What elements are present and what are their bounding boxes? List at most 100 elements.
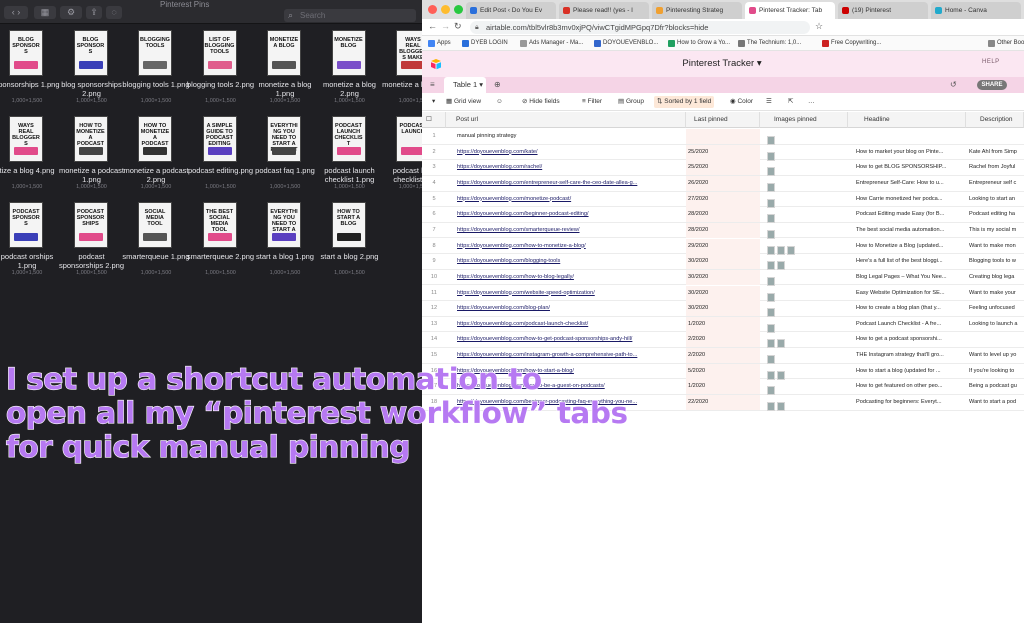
- group-button[interactable]: ▤ Group: [618, 96, 644, 108]
- cell-post-url[interactable]: https://doyouevenblog.com/entrepreneur-s…: [457, 176, 683, 191]
- table-row[interactable]: 12 https://doyouevenblog.com/blog-plan/30…: [422, 301, 1024, 318]
- cell-last-pinned[interactable]: 30/2020: [686, 285, 760, 301]
- browser-tab[interactable]: Please read!! (yes - I: [559, 2, 649, 19]
- cell-post-url[interactable]: https://doyouevenblog.com/rachel/: [457, 160, 683, 175]
- cell-headline[interactable]: How to get a podcast sponsorshi...: [856, 332, 964, 347]
- cell-headline[interactable]: THE Instagram strategy that'll gro...: [856, 348, 964, 363]
- cell-post-url[interactable]: https://doyouevenblog.com/smarterqueue-r…: [457, 223, 683, 238]
- browser-tab[interactable]: Pinterest Tracker: Tab: [745, 2, 835, 19]
- cell-description[interactable]: If you're looking to: [969, 364, 1024, 379]
- file-item[interactable]: BLOG SPONSORS blog sponsorships 2.png 1,00…: [57, 30, 127, 110]
- bookmark-item[interactable]: How to Grow a Yo...: [668, 38, 730, 49]
- bookmark-item[interactable]: DOYOUEVENBLO...: [594, 38, 658, 49]
- cell-last-pinned[interactable]: 29/2020: [686, 238, 760, 254]
- cell-images-pinned[interactable]: [767, 351, 777, 365]
- cell-description[interactable]: Kate Ahl from Simp: [969, 145, 1024, 160]
- table-row[interactable]: 14 https://doyouevenblog.com/how-to-get-p…: [422, 332, 1024, 349]
- cell-images-pinned[interactable]: [767, 132, 777, 145]
- column-header-last-pinned[interactable]: Last pinned: [686, 112, 760, 128]
- cell-headline[interactable]: How to get BLOG SPONSORSHIP...: [856, 160, 964, 175]
- table-row[interactable]: 7 https://doyouevenblog.com/smarterqueue-…: [422, 222, 1024, 239]
- file-item[interactable]: WAYS REAL BLOGGERS MAKE MONEY monetize a …: [379, 30, 422, 110]
- cell-description[interactable]: Podcast editing ha: [969, 207, 1024, 222]
- cell-last-pinned[interactable]: 28/2020: [686, 222, 760, 238]
- file-item[interactable]: EVERYTHING YOU NEED TO START A BLOG start…: [250, 202, 320, 282]
- table-row[interactable]: 10 https://doyouevenblog.com/how-to-blog-…: [422, 269, 1024, 286]
- column-header-description[interactable]: Description: [966, 112, 1024, 128]
- share-view-icon[interactable]: ⇱: [788, 96, 793, 108]
- cell-last-pinned[interactable]: 1/2020: [686, 316, 760, 332]
- cell-images-pinned[interactable]: [767, 163, 777, 177]
- cell-images-pinned[interactable]: [767, 273, 777, 286]
- more-icon[interactable]: …: [808, 96, 815, 108]
- cell-headline[interactable]: [856, 129, 964, 144]
- file-item[interactable]: MONETIZE BLOG monetize a blog 2.png 1,000×…: [315, 30, 385, 110]
- table-row[interactable]: 6 https://doyouevenblog.com/beginner-podc…: [422, 207, 1024, 224]
- gear-icon[interactable]: ⚙: [60, 6, 82, 19]
- cell-images-pinned[interactable]: [767, 289, 777, 302]
- cell-images-pinned[interactable]: [767, 226, 777, 239]
- close-window-icon[interactable]: [428, 5, 437, 14]
- cell-headline[interactable]: Podcasting for beginners: Everyt...: [856, 395, 964, 410]
- reload-icon[interactable]: ↻: [454, 21, 462, 32]
- cell-images-pinned[interactable]: [767, 210, 777, 224]
- cell-images-pinned[interactable]: [767, 242, 797, 255]
- cell-headline[interactable]: How to create a blog plan (that y...: [856, 301, 964, 316]
- cell-images-pinned[interactable]: [767, 195, 777, 208]
- cell-last-pinned[interactable]: 30/2020: [686, 269, 760, 285]
- file-item[interactable]: A SIMPLE GUIDE TO PODCAST EDITING podcast…: [186, 116, 256, 196]
- cell-last-pinned[interactable]: 2/2020: [686, 332, 760, 348]
- cell-images-pinned[interactable]: [767, 320, 777, 333]
- cell-description[interactable]: This is my social m: [969, 223, 1024, 238]
- file-item[interactable]: THE BEST SOCIAL MEDIA TOOL smarterqueue 2…: [186, 202, 256, 282]
- cell-images-pinned[interactable]: [767, 382, 777, 396]
- cell-last-pinned[interactable]: [686, 129, 760, 144]
- cell-post-url[interactable]: https://doyouevenblog.com/instagram-grow…: [457, 348, 683, 363]
- cell-post-url[interactable]: https://doyouevenblog.com/monetize-podca…: [457, 192, 683, 207]
- column-header-headline[interactable]: Headline: [848, 112, 966, 128]
- cell-images-pinned[interactable]: [767, 367, 787, 380]
- filter-button[interactable]: ≡ Filter: [582, 96, 602, 108]
- views-toggle-icon[interactable]: ▾: [432, 96, 435, 108]
- browser-tab[interactable]: Home - Canva: [931, 2, 1021, 19]
- row-height-icon[interactable]: ☰: [766, 96, 772, 108]
- table-row[interactable]: 11 https://doyouevenblog.com/website-spee…: [422, 285, 1024, 302]
- cell-post-url[interactable]: https://doyouevenblog.com/blogging-tools: [457, 254, 683, 269]
- table-row[interactable]: 13 https://doyouevenblog.com/podcast-laun…: [422, 316, 1024, 333]
- forward-arrow-icon[interactable]: →: [441, 21, 450, 31]
- bookmark-item[interactable]: Ads Manager - Ma...: [520, 38, 583, 49]
- cell-headline[interactable]: Entrepreneur Self-Care: How to u...: [856, 176, 964, 191]
- cell-images-pinned[interactable]: [767, 304, 777, 318]
- cell-headline[interactable]: How to market your blog on Pinte...: [856, 145, 964, 160]
- cell-description[interactable]: Want to make mon: [969, 239, 1024, 254]
- cell-headline[interactable]: The best social media automation...: [856, 223, 964, 238]
- cell-last-pinned[interactable]: 28/2020: [686, 207, 760, 223]
- bookmark-item[interactable]: Free Copywriting...: [822, 38, 881, 49]
- file-item[interactable]: WAYS REAL BLOGGERS tize a blog 4.png 1,000…: [0, 116, 62, 196]
- cell-post-url[interactable]: https://doyouevenblog.com/blog-plan/: [457, 301, 683, 316]
- file-item[interactable]: EVERYTHING YOU NEED TO START A PODCAST po…: [250, 116, 320, 196]
- menu-icon[interactable]: ≡: [430, 80, 435, 89]
- address-bar[interactable]: 🔒︎ airtable.com/tbl5vlr8b3mv0xjPQ/viwCTg…: [470, 21, 810, 34]
- back-arrow-icon[interactable]: ←: [428, 21, 437, 31]
- bookmark-item[interactable]: DYEB LOGIN: [462, 38, 508, 49]
- file-item[interactable]: PODCAST SPONSORS podcast orships 1.png 1,0…: [0, 202, 62, 282]
- cell-description[interactable]: Entrepreneur self c: [969, 176, 1024, 191]
- table-row[interactable]: 8 https://doyouevenblog.com/how-to-moneti…: [422, 238, 1024, 255]
- cell-post-url[interactable]: https://doyouevenblog.com/kate/: [457, 145, 683, 160]
- cell-post-url[interactable]: https://doyouevenblog.com/podcast-launch…: [457, 317, 683, 332]
- cell-headline[interactable]: Podcast Editing made Easy (for B...: [856, 207, 964, 222]
- add-table-icon[interactable]: ⊕: [494, 80, 501, 89]
- cell-images-pinned[interactable]: [767, 398, 787, 412]
- minimize-window-icon[interactable]: [441, 5, 450, 14]
- cell-description[interactable]: [969, 332, 1024, 347]
- cell-post-url[interactable]: https://doyouevenblog.com/how-to-monetiz…: [457, 239, 683, 254]
- file-item[interactable]: PODCAST LAUNCH CHECKLIST podcast launch c…: [315, 116, 385, 196]
- bookmark-item[interactable]: Apps: [428, 38, 451, 49]
- cell-last-pinned[interactable]: 25/2020: [686, 160, 760, 176]
- base-title[interactable]: Pinterest Tracker ▾: [622, 51, 822, 77]
- cell-post-url[interactable]: https://doyouevenblog.com/how-to-get-pod…: [457, 332, 683, 347]
- table-row[interactable]: 1 manual pinning strategy: [422, 129, 1024, 145]
- share-button[interactable]: SHARE: [977, 80, 1007, 90]
- grid-view-button[interactable]: ▦ Grid view: [446, 96, 481, 108]
